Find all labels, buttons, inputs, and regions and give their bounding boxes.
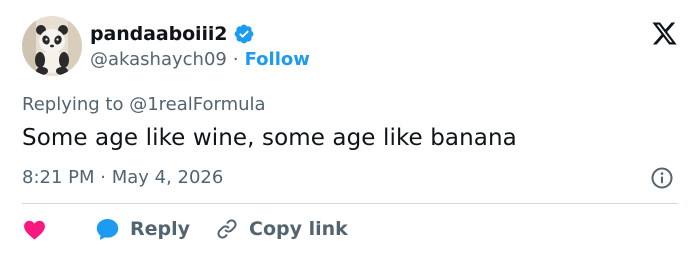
- follow-button[interactable]: Follow: [245, 49, 310, 70]
- copy-link-label: Copy link: [249, 218, 348, 240]
- heart-icon: [24, 220, 45, 239]
- avatar[interactable]: [22, 16, 82, 76]
- x-logo-icon[interactable]: [651, 20, 678, 47]
- tweet-text: Some age like wine, some age like banana: [22, 125, 517, 151]
- author-display-name[interactable]: pandaaboiii2: [90, 23, 228, 45]
- author-name-row: pandaaboiii2: [90, 23, 255, 45]
- author-handle[interactable]: @akashaych09: [90, 49, 227, 70]
- divider: [22, 203, 678, 204]
- reply-bubble-icon: [96, 219, 119, 240]
- verified-badge-icon: [233, 23, 255, 45]
- panda-avatar-icon: [22, 16, 82, 76]
- reply-label: Reply: [130, 218, 191, 240]
- separator-dot: ·: [232, 49, 239, 70]
- link-icon: [217, 219, 237, 239]
- action-bar: Reply Copy link: [22, 215, 348, 243]
- like-button[interactable]: [22, 217, 94, 242]
- replying-to-line: Replying to @1realFormula: [22, 94, 266, 115]
- reply-button[interactable]: Reply: [94, 216, 215, 242]
- replying-to-handle[interactable]: @1realFormula: [129, 94, 265, 115]
- copy-link-button[interactable]: Copy link: [215, 217, 348, 241]
- tweet-timestamp[interactable]: 8:21 PM · May 4, 2026: [22, 167, 223, 188]
- info-icon[interactable]: [650, 166, 674, 190]
- replying-to-label: Replying to: [22, 94, 130, 115]
- author-handle-row: @akashaych09 · Follow: [90, 49, 310, 70]
